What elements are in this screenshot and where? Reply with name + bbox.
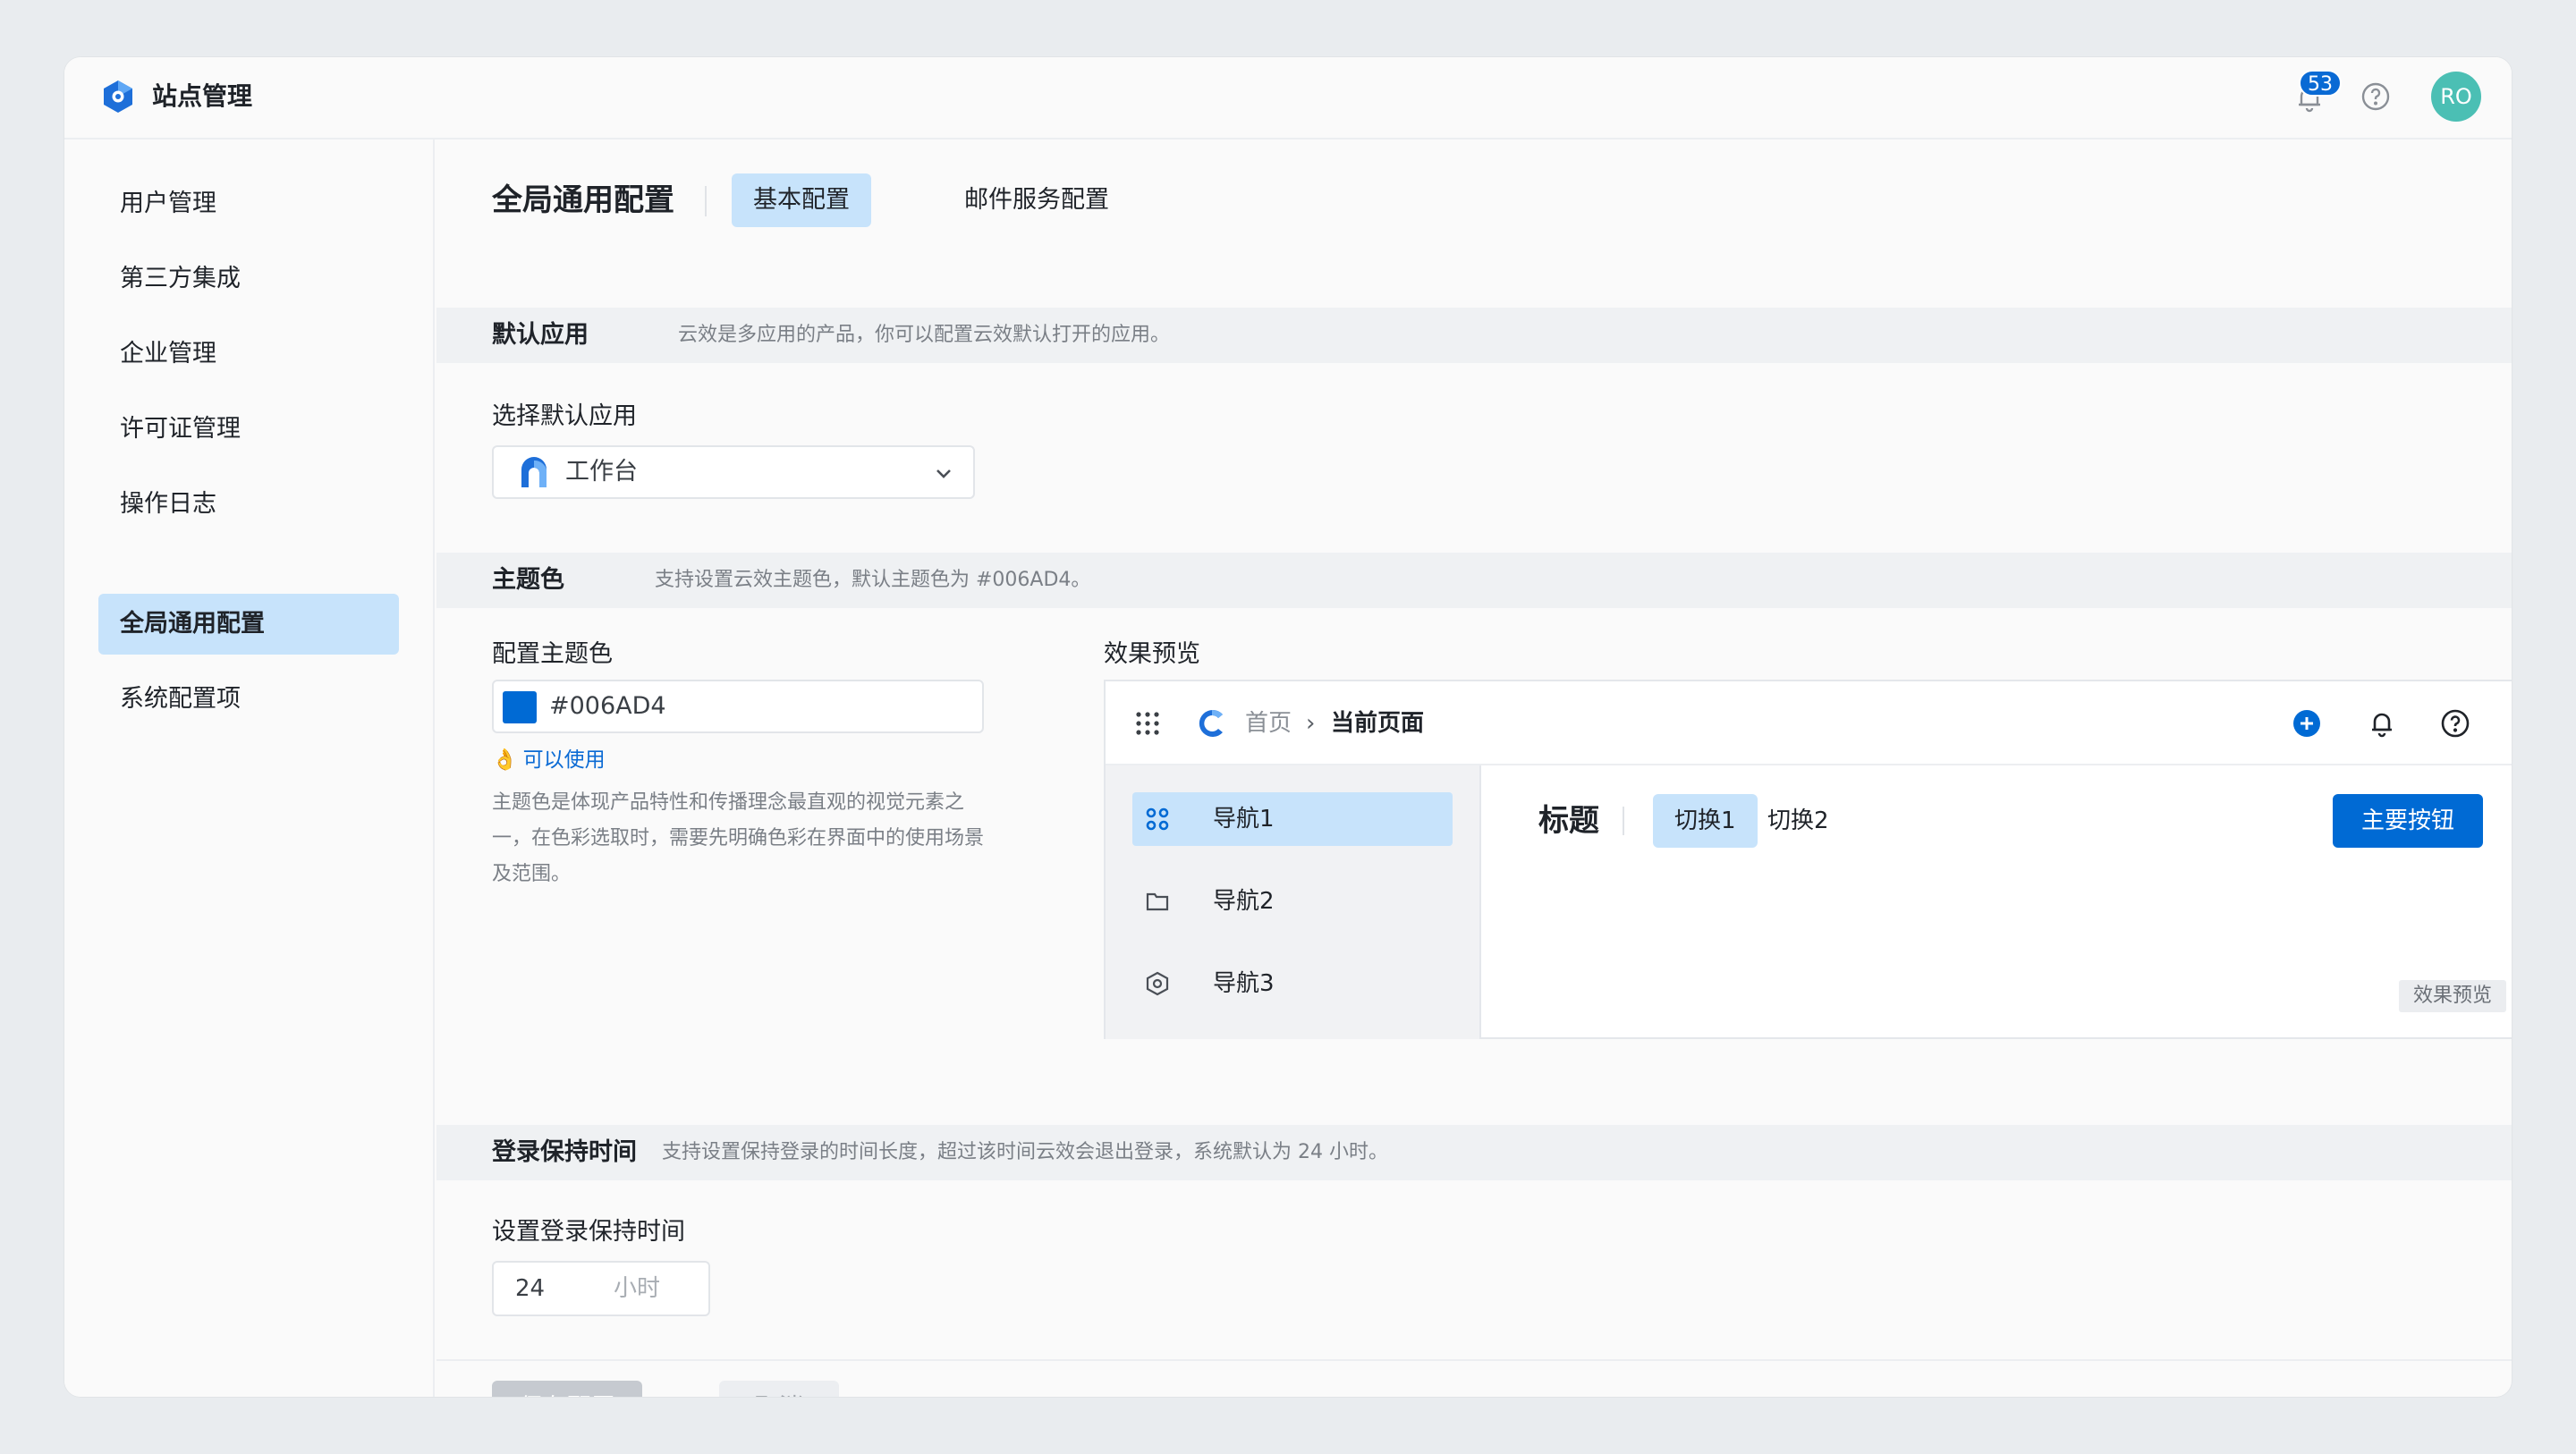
section-header-login-duration: 登录保持时间 支持设置保持登录的时间长度，超过该时间云效会退出登录，系统默认为 … [436,1125,2512,1180]
sidebar-item-license-management[interactable]: 许可证管理 [98,399,399,460]
section-header-default-app: 默认应用 云效是多应用的产品，你可以配置云效默认打开的应用。 [436,308,2512,363]
grid-icon [1145,807,1170,832]
app-logo-icon[interactable] [100,79,136,114]
preview-primary-button: 主要按钮 [2333,794,2483,848]
section-title: 登录保持时间 [492,1138,637,1166]
preview-nav-item-1: 导航1 [1132,792,1453,846]
preview-nav-label: 导航1 [1213,806,1275,833]
default-app-label: 选择默认应用 [492,402,637,430]
breadcrumb-home: 首页 [1245,710,1292,737]
preview-nav-label: 导航2 [1213,888,1275,915]
sidebar-item-operation-log[interactable]: 操作日志 [98,474,399,535]
login-duration-value: 24 [515,1275,546,1302]
top-header: 站点管理 53 RO [64,57,2512,139]
help-icon[interactable] [2360,80,2392,113]
theme-preview-panel: 首页 › 当前页面 导航1 导航2 导航3 标题 切换1 切换2 主要按钮 效果… [1104,680,2512,1039]
login-duration-input[interactable]: 24 小时 [492,1261,710,1316]
workbench-app-icon [517,457,551,491]
color-swatch[interactable] [503,691,537,723]
preview-logo-icon [1195,706,1229,740]
settings-icon [1145,971,1170,996]
section-header-theme-color: 主题色 支持设置云效主题色，默认主题色为 #006AD4。 [436,553,2512,608]
tab-mail-service-config[interactable]: 邮件服务配置 [943,173,1131,227]
preview-topbar: 首页 › 当前页面 [1106,681,2512,765]
section-description: 支持设置保持登录的时间长度，超过该时间云效会退出登录，系统默认为 24 小时。 [662,1141,1388,1163]
page-title: 全局通用配置 [492,182,674,218]
breadcrumb-separator: › [1306,710,1316,737]
preview-tab-2: 切换2 [1767,807,1829,834]
theme-color-label: 配置主题色 [492,640,613,668]
folder-icon [1145,889,1170,914]
theme-color-value: #006AD4 [549,692,666,720]
preview-sidebar: 导航1 导航2 导航3 [1106,765,1481,1039]
sidebar-item-user-management[interactable]: 用户管理 [98,173,399,234]
section-title: 默认应用 [492,321,589,349]
theme-color-input[interactable]: #006AD4 [492,680,984,733]
app-window: 站点管理 53 RO 用户管理 第三方集成 企业管理 许可证管理 操作日志 全局… [64,57,2512,1397]
footer-divider [436,1359,2512,1361]
sidebar: 用户管理 第三方集成 企业管理 许可证管理 操作日志 全局通用配置 系统配置项 [64,139,435,1397]
preview-title: 标题 [1538,803,1599,839]
color-status: 👌 可以使用 [492,744,606,776]
login-duration-label: 设置登录保持时间 [492,1218,685,1246]
chevron-down-icon [934,463,953,483]
preview-watermark-tag: 效果预览 [2399,980,2507,1012]
sidebar-item-system-config[interactable]: 系统配置项 [98,669,399,730]
add-circle-icon [2292,708,2322,739]
user-avatar[interactable]: RO [2431,72,2481,122]
default-app-select[interactable]: 工作台 [492,445,975,499]
color-status-text: 可以使用 [522,748,606,772]
default-app-value: 工作台 [565,458,638,486]
cancel-button[interactable]: 取消 [719,1381,839,1397]
breadcrumb-current: 当前页面 [1331,710,1425,737]
notification-count-badge: 53 [2299,70,2342,97]
app-title: 站点管理 [152,81,253,111]
preview-tab-1: 切换1 [1653,794,1758,848]
theme-help-text: 主题色是体现产品特性和传播理念最直观的视觉元素之一，在色彩选取时，需要先明确色彩… [492,791,985,885]
sidebar-item-enterprise-management[interactable]: 企业管理 [98,324,399,385]
title-divider [705,186,707,216]
preview-help-icon [2440,708,2470,739]
preview-bell-icon [2367,708,2397,739]
preview-nav-label: 导航3 [1213,970,1275,997]
preview-nav-item-3: 导航3 [1132,957,1453,1010]
preview-title-divider [1623,807,1624,835]
login-duration-unit: 小时 [614,1275,661,1302]
section-description: 云效是多应用的产品，你可以配置云效默认打开的应用。 [678,324,1171,346]
ok-hand-icon: 👌 [492,748,518,772]
save-config-button[interactable]: 保存配置 [492,1381,642,1397]
section-description: 支持设置云效主题色，默认主题色为 #006AD4。 [655,569,1091,591]
sidebar-item-global-config[interactable]: 全局通用配置 [98,594,399,655]
app-grid-icon [1134,710,1161,737]
tab-basic-config[interactable]: 基本配置 [732,173,871,227]
preview-label: 效果预览 [1104,640,1200,668]
main-content: 全局通用配置 基本配置 邮件服务配置 默认应用 云效是多应用的产品，你可以配置云… [436,139,2512,1397]
sidebar-item-third-party-integration[interactable]: 第三方集成 [98,249,399,309]
preview-nav-item-2: 导航2 [1132,875,1453,928]
section-title: 主题色 [492,566,564,594]
